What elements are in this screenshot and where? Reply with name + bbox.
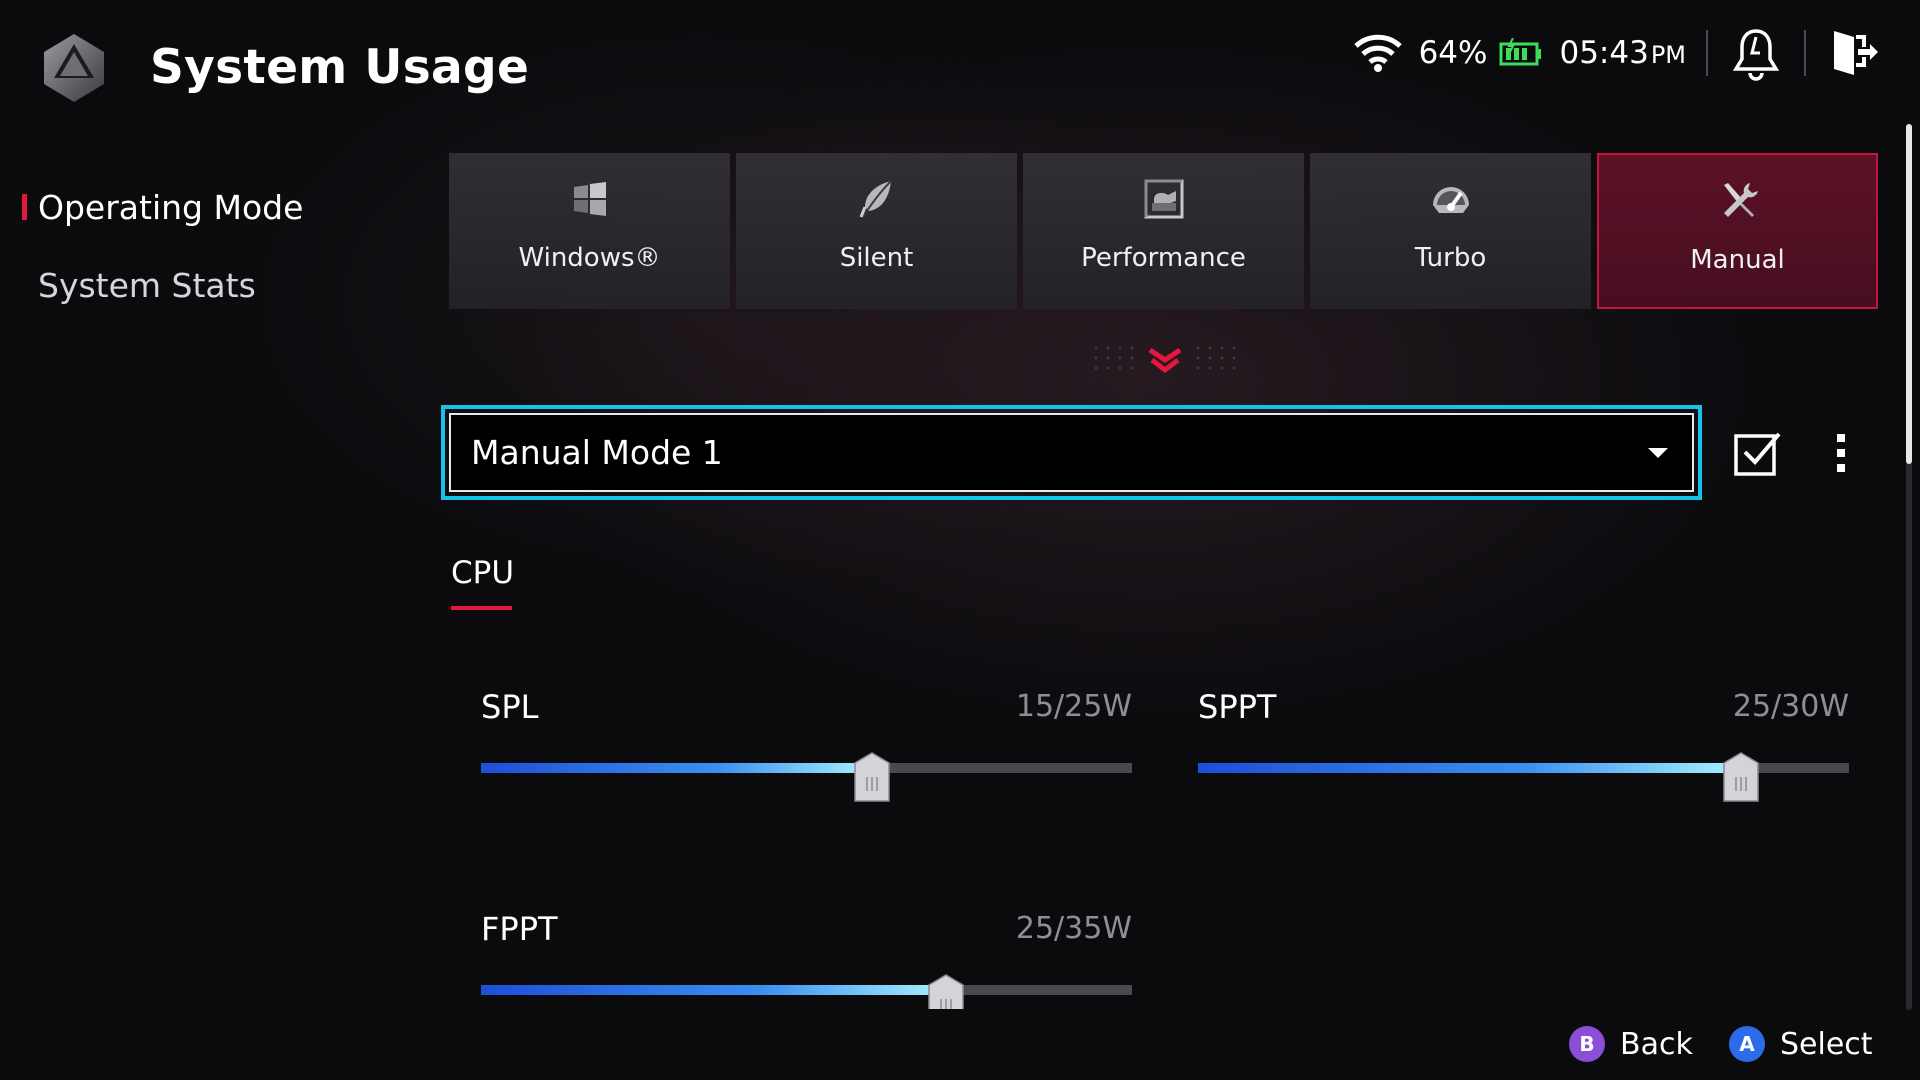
fppt-slider-track[interactable]	[481, 985, 1132, 995]
select-label: Select	[1780, 1026, 1873, 1062]
leaf-icon	[859, 180, 892, 218]
a-button-icon: A	[1729, 1026, 1765, 1062]
fppt-value: 25/35W	[1015, 911, 1132, 946]
back-label: Back	[1620, 1026, 1693, 1062]
divider	[1804, 30, 1806, 76]
back-button[interactable]: B Back	[1568, 1025, 1693, 1063]
spl-slider-track[interactable]	[481, 763, 1132, 773]
b-button-icon: B	[1569, 1026, 1605, 1062]
select-button[interactable]: A Select	[1728, 1025, 1873, 1063]
mode-tile-windows[interactable]: Windows®	[449, 153, 730, 309]
windows-icon	[573, 182, 606, 216]
notification-bell-icon	[1732, 29, 1780, 81]
mode-tile-turbo[interactable]: Turbo	[1310, 153, 1591, 309]
expand-chevron-icon[interactable]	[1090, 340, 1240, 380]
fppt-slider-thumb[interactable]	[927, 973, 965, 1009]
tab-cpu[interactable]: CPU	[451, 555, 514, 591]
mode-tile-performance[interactable]: Performance	[1023, 153, 1304, 309]
wifi-icon	[1353, 34, 1402, 72]
sppt-slider-fill	[1198, 763, 1741, 773]
sidebar-item-system-stats[interactable]: System Stats	[38, 266, 256, 305]
spl-value: 15/25W	[1015, 689, 1132, 724]
mode-label-performance: Performance	[1081, 243, 1246, 273]
spl-label: SPL	[481, 688, 539, 726]
fppt-label: FPPT	[481, 910, 558, 948]
performance-icon	[1144, 179, 1183, 219]
wrench-screwdriver-icon	[1723, 183, 1758, 217]
sidebar-item-operating-mode[interactable]: Operating Mode	[38, 188, 303, 227]
battery-charging-icon	[1499, 38, 1542, 66]
mode-label-turbo: Turbo	[1414, 243, 1487, 273]
battery-percent: 64%	[1418, 35, 1488, 71]
caret-down-icon	[1648, 447, 1668, 458]
spl-slider-thumb[interactable]	[853, 751, 891, 803]
notifications-button[interactable]	[1728, 25, 1784, 81]
mode-tile-manual[interactable]: Manual	[1597, 153, 1878, 309]
profile-dropdown[interactable]: Manual Mode 1	[441, 405, 1702, 500]
status-bar: 64% 05:43 PM	[1353, 24, 1882, 82]
profile-dropdown-value: Manual Mode 1	[471, 433, 723, 472]
page-title: System Usage	[150, 40, 530, 95]
armoury-crate-logo-icon	[44, 34, 104, 102]
exit-icon	[1834, 31, 1878, 75]
active-nav-indicator	[22, 194, 27, 220]
more-vertical-icon[interactable]	[1826, 428, 1856, 478]
clock: 05:43 PM	[1559, 35, 1686, 71]
sppt-slider-thumb[interactable]	[1722, 751, 1760, 803]
mode-label-windows: Windows®	[518, 243, 661, 273]
exit-button[interactable]	[1826, 25, 1882, 81]
clock-ampm: PM	[1650, 41, 1686, 69]
speedometer-icon	[1432, 187, 1469, 213]
svg-text:A: A	[1739, 1032, 1755, 1056]
spl-slider-fill	[481, 763, 872, 773]
mode-label-silent: Silent	[839, 243, 914, 273]
mode-tile-silent[interactable]: Silent	[736, 153, 1017, 309]
checkbox-check-icon[interactable]	[1733, 428, 1783, 478]
fppt-slider-fill	[481, 985, 946, 995]
clock-time: 05:43	[1559, 35, 1649, 71]
tab-cpu-underline	[451, 606, 512, 610]
divider	[1706, 30, 1708, 76]
sppt-label: SPPT	[1198, 688, 1277, 726]
operating-mode-selector: Windows® Silent Performance Turbo Manual	[449, 153, 1879, 309]
profile-dropdown-field[interactable]: Manual Mode 1	[449, 413, 1694, 492]
sppt-value: 25/30W	[1732, 689, 1849, 724]
mode-label-manual: Manual	[1690, 245, 1785, 275]
scrollbar-thumb[interactable]	[1906, 124, 1912, 464]
svg-text:B: B	[1579, 1032, 1594, 1056]
